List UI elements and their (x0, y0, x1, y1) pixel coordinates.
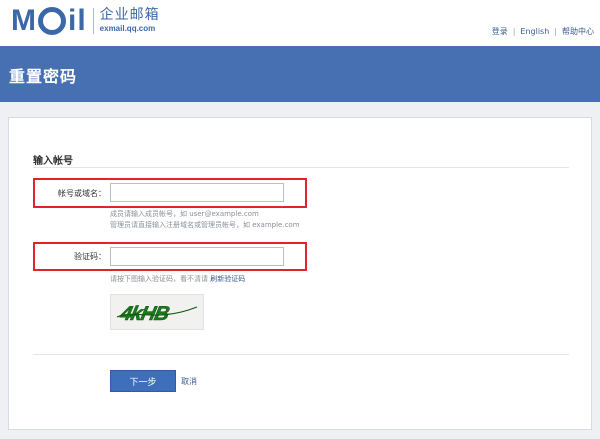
help-center-link[interactable]: 帮助中心 (562, 26, 594, 37)
login-link[interactable]: 登录 (492, 26, 508, 37)
captcha-image-icon: 4kHB (116, 303, 198, 325)
link-separator: | (512, 27, 516, 36)
top-header: Mil 企业邮箱 exmail.qq.com 登录 | English | 帮助… (0, 0, 600, 46)
account-label: 帐号或域名： (58, 189, 106, 198)
captcha-hint: 请按下图输入验证码，看不清请 刷新验证码 (110, 274, 245, 284)
section-divider (33, 167, 569, 168)
top-links: 登录 | English | 帮助中心 (492, 26, 594, 37)
refresh-captcha-link[interactable]: 刷新验证码 (210, 275, 245, 283)
captcha-input[interactable] (110, 247, 284, 266)
logo-url: exmail.qq.com (99, 24, 156, 33)
link-separator: | (554, 27, 557, 36)
cancel-link[interactable]: 取消 (181, 376, 197, 387)
reset-password-card: 输入帐号 帐号或域名： 成员请输入成员帐号，如 user@example.com… (8, 117, 592, 430)
logo-divider (92, 8, 94, 34)
footer-divider (33, 354, 569, 355)
page-banner: 重置密码 (0, 46, 600, 102)
account-input[interactable] (110, 183, 284, 202)
logo-brand-tail: il (68, 4, 87, 37)
account-hint-member: 成员请输入成员帐号，如 user@example.com (110, 210, 259, 218)
captcha-image[interactable]: 4kHB (110, 294, 204, 330)
section-title: 输入帐号 (33, 156, 73, 167)
logo-product-name: 企业邮箱 (99, 7, 160, 23)
exmail-logo[interactable]: Mil 企业邮箱 exmail.qq.com (11, 6, 160, 36)
captcha-label: 验证码： (74, 252, 106, 261)
logo-o-circle-icon (38, 7, 66, 35)
captcha-image-text: 4kHB (118, 303, 171, 325)
logo-text: 企业邮箱 exmail.qq.com (100, 7, 160, 34)
next-step-button[interactable]: 下一步 (110, 370, 176, 392)
logo-mail-wordmark: Mil (11, 6, 87, 36)
account-hint-admin: 管理员请直接输入注册域名或管理员帐号，如 example.com (110, 221, 300, 229)
captcha-hint-text: 请按下图输入验证码，看不清请 (110, 275, 208, 283)
english-link[interactable]: English (520, 27, 549, 36)
page-title: 重置密码 (9, 67, 78, 86)
logo-brand-letter: M (11, 4, 37, 37)
